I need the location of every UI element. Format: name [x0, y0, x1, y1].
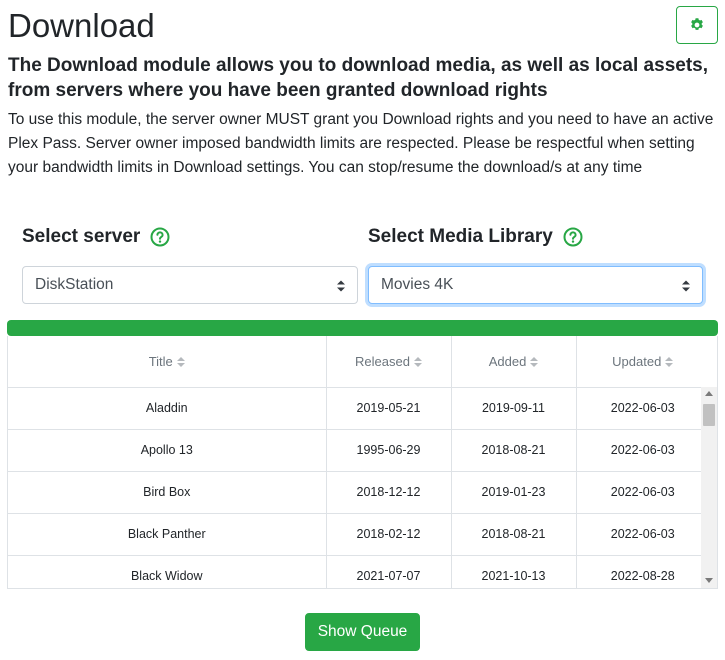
cell-updated: 2022-08-28 [576, 555, 709, 588]
library-select[interactable]: Movies 4K [368, 266, 703, 304]
show-queue-button[interactable]: Show Queue [305, 613, 420, 651]
cell-released: 1995-06-29 [326, 429, 452, 472]
select-server-label-text: Select server [22, 226, 141, 247]
select-library-label: Select Media Library [368, 224, 583, 250]
cell-added: 2019-01-23 [451, 471, 577, 514]
column-header-title[interactable]: Title [8, 336, 327, 388]
cell-title: Bird Box [8, 471, 327, 514]
cell-title: Apollo 13 [8, 429, 327, 472]
column-header-added[interactable]: Added [451, 336, 577, 388]
cell-added: 2019-09-11 [451, 387, 577, 430]
cell-title: Aladdin [8, 387, 327, 430]
cell-added: 2018-08-21 [451, 513, 577, 556]
module-subtitle: The Download module allows you to downlo… [8, 55, 708, 101]
table-row[interactable]: Aladdin 2019-05-21 2019-09-11 2022-06-03 [8, 387, 709, 430]
cell-updated: 2022-06-03 [576, 513, 709, 556]
select-caret-icon [682, 280, 690, 292]
progress-fill [7, 320, 718, 336]
cell-title: Black Widow [8, 555, 327, 588]
scroll-up-arrow-icon[interactable] [705, 391, 713, 396]
column-header-updated[interactable]: Updated [576, 336, 709, 388]
settings-button[interactable] [676, 6, 718, 44]
server-select[interactable]: DiskStation [22, 266, 358, 304]
cell-updated: 2022-06-03 [576, 429, 709, 472]
question-circle-icon[interactable] [150, 227, 170, 247]
cell-title: Black Panther [8, 513, 327, 556]
sort-icon [176, 357, 185, 368]
cell-released: 2019-05-21 [326, 387, 452, 430]
cell-released: 2021-07-07 [326, 555, 452, 588]
question-circle-icon[interactable] [563, 227, 583, 247]
select-library-label-text: Select Media Library [368, 226, 553, 247]
sort-icon [665, 357, 674, 368]
server-select-value: DiskStation [35, 276, 114, 293]
library-select-value: Movies 4K [381, 276, 454, 293]
sort-icon [530, 357, 539, 368]
table-row[interactable]: Apollo 13 1995-06-29 2018-08-21 2022-06-… [8, 429, 709, 472]
select-caret-icon [337, 280, 345, 292]
module-description: To use this module, the server owner MUS… [8, 111, 714, 176]
cell-released: 2018-12-12 [326, 471, 452, 514]
sort-icon [413, 357, 422, 368]
scroll-down-arrow-icon[interactable] [705, 578, 713, 583]
cell-updated: 2022-06-03 [576, 471, 709, 514]
table-row[interactable]: Black Panther 2018-02-12 2018-08-21 2022… [8, 513, 709, 556]
cell-added: 2018-08-21 [451, 429, 577, 472]
table-scrollbar[interactable] [701, 387, 717, 588]
table-row[interactable]: Bird Box 2018-12-12 2019-01-23 2022-06-0… [8, 471, 709, 514]
column-header-released[interactable]: Released [326, 336, 452, 388]
page-title: Download [8, 7, 155, 44]
table-header-row: Title Released Added Updated [8, 336, 709, 388]
cell-added: 2021-10-13 [451, 555, 577, 588]
scrollbar-thumb[interactable] [703, 404, 715, 426]
cell-released: 2018-02-12 [326, 513, 452, 556]
table-row[interactable]: Black Widow 2021-07-07 2021-10-13 2022-0… [8, 555, 709, 588]
download-progress-bar [7, 320, 718, 336]
gear-icon [691, 18, 703, 30]
select-server-label: Select server [22, 224, 170, 250]
media-table: Title Released Added Updated Aladdin 201… [7, 336, 718, 589]
cell-updated: 2022-06-03 [576, 387, 709, 430]
